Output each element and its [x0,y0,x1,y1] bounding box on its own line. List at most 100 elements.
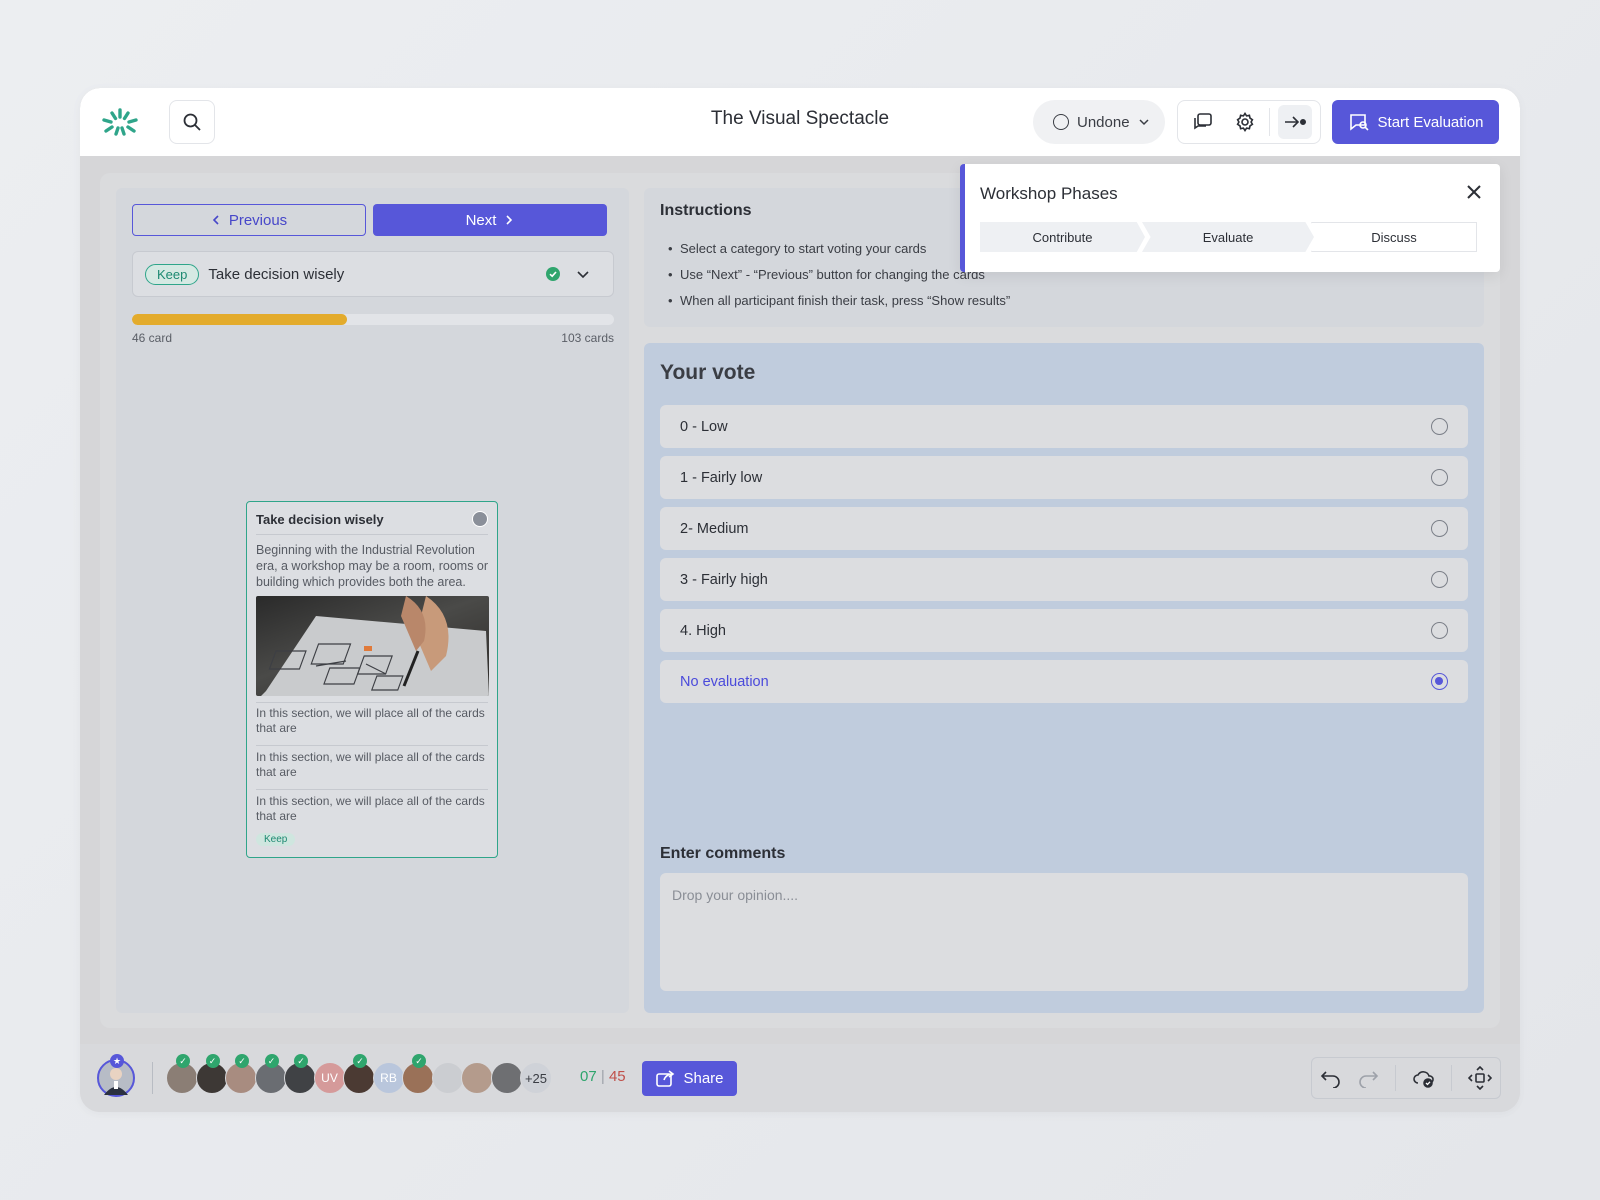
redo-icon[interactable] [1357,1068,1379,1088]
recenter-icon[interactable] [1468,1066,1493,1090]
vote-option-0-low[interactable]: 0 - Low [660,405,1468,448]
instruction-item: Use “Next” - “Previous” button for chang… [668,262,1010,288]
exit-button[interactable] [1278,105,1313,139]
radio-button[interactable] [1431,571,1448,588]
chevron-down-icon [1139,119,1149,126]
instructions-title: Instructions [660,202,752,219]
vote-option-label: 2- Medium [680,520,749,537]
participant-avatar[interactable]: ✓ [254,1054,287,1094]
participant-avatar[interactable]: ✓ [343,1054,375,1094]
progress-current: 46 card [132,331,173,345]
count-separator: | [600,1068,605,1085]
check-badge-icon: ✓ [176,1054,190,1068]
participant-avatar[interactable] [431,1062,464,1094]
keep-tag: Keep [145,263,200,285]
instruction-item: Select a category to start voting your c… [668,236,1010,262]
author-avatar [472,511,488,527]
status-dropdown[interactable]: Undone [1033,100,1165,144]
radio-button[interactable] [1431,469,1448,486]
radio-button-selected[interactable] [1431,673,1448,690]
card-note: In this section, we will place all of th… [256,750,485,779]
participant-avatar[interactable] [490,1062,523,1094]
card-image [256,596,489,696]
check-badge-icon: ✓ [264,1054,279,1068]
search-button[interactable] [169,100,215,144]
start-evaluation-label: Start Evaluation [1377,113,1484,131]
start-evaluation-button[interactable]: Start Evaluation [1332,100,1499,144]
participant-avatar[interactable]: ✓ [195,1054,228,1094]
next-button[interactable]: Next [373,204,607,236]
toolbar-divider [1269,108,1271,136]
close-icon[interactable] [1466,184,1482,200]
top-bar: The Visual Spectacle Undone Start Evalua… [80,88,1520,156]
vote-option-3-fairly-high[interactable]: 3 - Fairly high [660,558,1468,601]
comments-label: Enter comments [660,845,786,862]
vote-option-2-medium[interactable]: 2- Medium [660,507,1468,550]
chat-icon [1194,113,1212,130]
comments-input[interactable] [660,873,1468,991]
chat-button[interactable] [1186,105,1220,139]
card-selector-title: Take decision wisely [208,265,345,283]
chevron-right-icon [506,215,513,225]
participant-initials: UV [321,1071,338,1085]
evaluation-chat-icon [1349,114,1369,131]
vote-option-label: 4. High [680,622,726,639]
total-count: 45 [608,1068,626,1085]
vote-option-label: 3 - Fairly high [680,571,768,588]
phase-steps: Contribute Evaluate Discuss [980,222,1480,252]
vote-option-label: 1 - Fairly low [680,469,763,486]
undo-icon[interactable] [1320,1068,1342,1088]
check-circle-icon [546,267,560,281]
participant-avatar[interactable]: ✓ [225,1054,257,1094]
participant-avatar[interactable]: ✓ [166,1054,198,1094]
participant-avatar[interactable] [461,1062,493,1094]
vote-option-4-high[interactable]: 4. High [660,609,1468,652]
check-badge-icon: ✓ [294,1054,308,1068]
previous-button[interactable]: Previous [132,204,366,236]
phase-step-evaluate[interactable]: Evaluate [1142,222,1314,252]
footer-tool-divider [1395,1065,1397,1091]
footer-toolbar [1311,1057,1501,1099]
previous-label: Previous [228,211,288,229]
card-note: In this section, we will place all of th… [256,706,485,735]
check-badge-icon: ✓ [412,1054,426,1068]
share-button[interactable]: Share [642,1061,737,1096]
search-icon [183,113,201,131]
share-icon [656,1069,675,1087]
workshop-phases-popup: Workshop Phases Contribute Evaluate Disc… [960,164,1500,272]
idea-card[interactable]: Take decision wisely Beginning with the … [246,501,498,858]
phase-step-contribute[interactable]: Contribute [980,222,1145,252]
more-participants[interactable]: +25 [520,1062,552,1094]
vote-option-label: No evaluation [680,673,769,690]
bottom-bar: ★ ✓ ✓ ✓ ✓ ✓ UV ✓ RB ✓ +25 07 | 45 Share [80,1044,1520,1112]
card-description: Beginning with the Industrial Revolution… [256,543,489,589]
footer-divider [152,1062,153,1094]
cloud-check-icon[interactable] [1412,1068,1436,1088]
phase-step-discuss[interactable]: Discuss [1311,222,1477,252]
settings-button[interactable] [1228,105,1262,139]
chevron-down-icon [577,271,589,279]
radio-button[interactable] [1431,520,1448,537]
page-title: The Visual Spectacle [710,108,890,129]
footer-tool-divider [1451,1065,1453,1091]
phases-title: Workshop Phases [980,184,1118,203]
card-selector-dropdown[interactable]: Keep Take decision wisely [132,251,614,297]
chevron-left-icon [212,215,219,225]
participant-avatar[interactable]: UV [313,1062,346,1094]
vote-option-1-fairly-low[interactable]: 1 - Fairly low [660,456,1468,499]
app-logo-icon[interactable] [98,104,142,140]
instruction-item: When all participant finish their task, … [668,288,1010,314]
participant-avatar[interactable]: RB [372,1062,405,1094]
vote-option-no-evaluation[interactable]: No evaluation [660,660,1468,703]
radio-button[interactable] [1431,418,1448,435]
participant-avatar[interactable]: ✓ [402,1054,434,1094]
radio-button[interactable] [1431,622,1448,639]
participant-avatar[interactable]: ✓ [284,1054,316,1094]
current-user-avatar[interactable]: ★ [97,1054,135,1097]
participant-initials: RB [380,1071,397,1085]
app-window: The Visual Spectacle Undone Start Evalua… [80,88,1520,1112]
vote-title: Your vote [660,361,756,384]
status-label: Undone [1077,113,1130,131]
header-toolbar [1177,100,1321,144]
arrow-right-dot-icon [1285,116,1307,128]
